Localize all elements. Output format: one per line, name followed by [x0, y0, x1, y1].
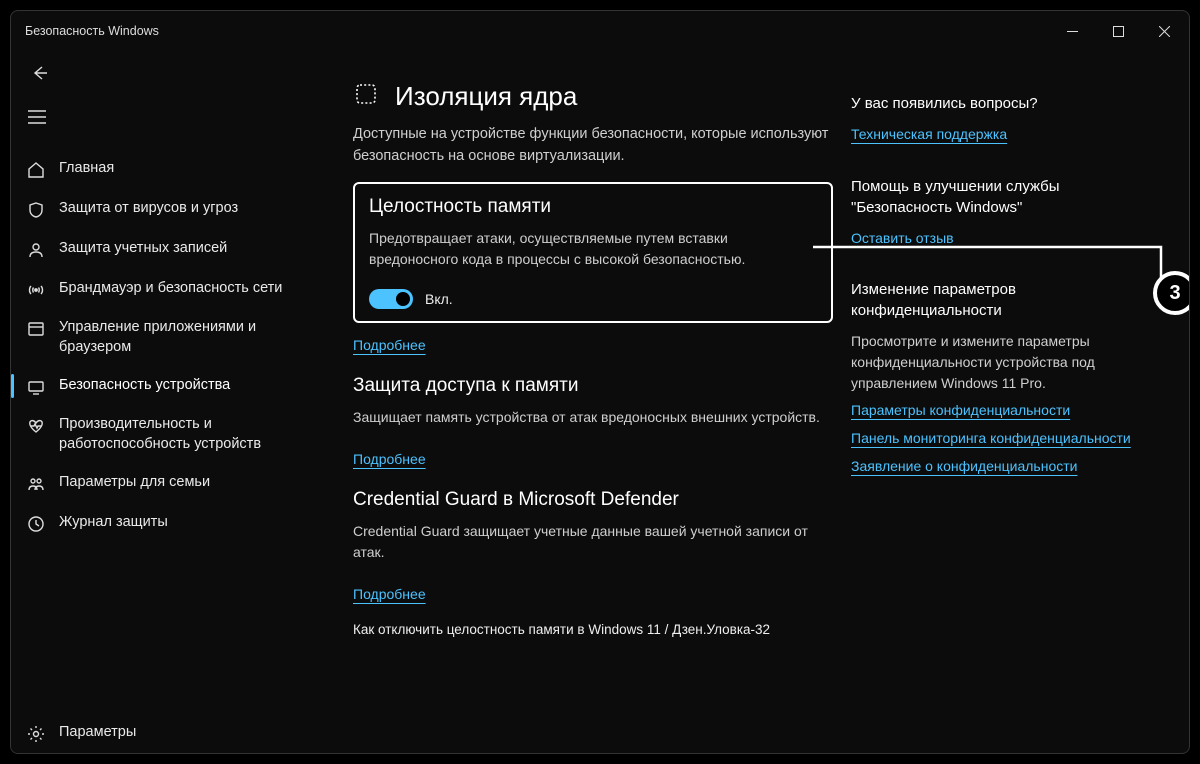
- arrow-left-icon: [30, 64, 48, 82]
- sidebar-nav: Главная Защита от вирусов и угроз Защита…: [11, 149, 341, 713]
- minimize-button[interactable]: [1049, 11, 1095, 51]
- sidebar-item-label: Управление приложениями и браузером: [59, 318, 327, 357]
- credential-guard-title: Credential Guard в Microsoft Defender: [353, 489, 833, 511]
- sidebar-item-label: Журнал защиты: [59, 513, 168, 533]
- window-controls: [1049, 11, 1187, 51]
- memory-integrity-title: Целостность памяти: [369, 196, 817, 218]
- footer-note: Как отключить целостность памяти в Windo…: [353, 622, 833, 637]
- shield-icon: [27, 201, 45, 219]
- memory-integrity-desc: Предотвращает атаки, осуществляемые путе…: [369, 228, 817, 271]
- aside-privacy-title: Изменение параметров конфиденциальности: [851, 279, 1161, 321]
- sidebar-item-firewall[interactable]: Брандмауэр и безопасность сети: [11, 269, 341, 309]
- memory-integrity-learn-more-link[interactable]: Подробнее: [353, 337, 426, 353]
- privacy-dashboard-link[interactable]: Панель мониторинга конфиденциальности: [851, 428, 1161, 450]
- sidebar: Главная Защита от вирусов и угроз Защита…: [11, 51, 341, 753]
- aside-improve: Помощь в улучшении службы "Безопасность …: [851, 176, 1161, 250]
- memory-integrity-card: Целостность памяти Предотвращает атаки, …: [353, 182, 833, 323]
- sidebar-item-label: Производительность и работоспособность у…: [59, 415, 327, 454]
- content: Изоляция ядра Доступные на устройстве фу…: [341, 51, 1189, 753]
- sidebar-item-label: Главная: [59, 159, 114, 179]
- credential-guard-desc: Credential Guard защищает учетные данные…: [353, 521, 833, 564]
- sidebar-item-account[interactable]: Защита учетных записей: [11, 229, 341, 269]
- sidebar-item-settings[interactable]: Параметры: [11, 713, 341, 753]
- toggle-label: Вкл.: [425, 291, 453, 307]
- aside-improve-title: Помощь в улучшении службы "Безопасность …: [851, 176, 1161, 218]
- aside-questions-title: У вас появились вопросы?: [851, 93, 1161, 114]
- main-column: Изоляция ядра Доступные на устройстве фу…: [353, 75, 851, 743]
- memory-integrity-toggle-row: Вкл.: [369, 289, 817, 309]
- sidebar-item-label: Защита учетных записей: [59, 239, 227, 259]
- callout-number: 3: [1169, 282, 1180, 305]
- hamburger-icon: [28, 110, 46, 124]
- privacy-statement-link[interactable]: Заявление о конфиденциальности: [851, 456, 1161, 478]
- browser-icon: [27, 320, 45, 338]
- feedback-link[interactable]: Оставить отзыв: [851, 228, 1161, 250]
- person-icon: [27, 241, 45, 259]
- aside-privacy-desc: Просмотрите и измените параметры конфиде…: [851, 331, 1161, 394]
- sidebar-item-history[interactable]: Журнал защиты: [11, 503, 341, 543]
- heart-icon: [27, 417, 45, 435]
- sidebar-item-appbrowser[interactable]: Управление приложениями и браузером: [11, 309, 341, 366]
- back-button[interactable]: [17, 55, 61, 91]
- aside-column: У вас появились вопросы? Техническая под…: [851, 75, 1161, 743]
- sidebar-item-device-security[interactable]: Безопасность устройства: [11, 366, 341, 406]
- sidebar-item-virus[interactable]: Защита от вирусов и угроз: [11, 189, 341, 229]
- page-description: Доступные на устройстве функции безопасн…: [353, 124, 833, 168]
- sidebar-item-label: Брандмауэр и безопасность сети: [59, 279, 282, 299]
- gear-icon: [27, 725, 45, 743]
- chip-icon: [353, 81, 379, 112]
- callout-badge: 3: [1153, 271, 1189, 315]
- titlebar: Безопасность Windows: [11, 11, 1189, 51]
- sidebar-item-label: Параметры для семьи: [59, 473, 210, 493]
- main-inner: Изоляция ядра Доступные на устройстве фу…: [353, 81, 833, 637]
- sidebar-item-family[interactable]: Параметры для семьи: [11, 463, 341, 503]
- page-title: Изоляция ядра: [395, 81, 577, 112]
- family-icon: [27, 475, 45, 493]
- memory-access-section: Защита доступа к памяти Защищает память …: [353, 375, 833, 485]
- sidebar-footer: Параметры: [11, 713, 341, 753]
- memory-access-learn-more-link[interactable]: Подробнее: [353, 451, 426, 467]
- aside-privacy: Изменение параметров конфиденциальности …: [851, 279, 1161, 477]
- hamburger-button[interactable]: [17, 99, 57, 135]
- sidebar-item-home[interactable]: Главная: [11, 149, 341, 189]
- credential-guard-learn-more-link[interactable]: Подробнее: [353, 586, 426, 602]
- memory-integrity-toggle[interactable]: [369, 289, 413, 309]
- app-window: Безопасность Windows Главная Защита: [10, 10, 1190, 754]
- support-link[interactable]: Техническая поддержка: [851, 124, 1161, 146]
- memory-access-desc: Защищает память устройства от атак вредо…: [353, 407, 833, 429]
- home-icon: [27, 161, 45, 179]
- page-header: Изоляция ядра: [353, 81, 833, 112]
- device-icon: [27, 378, 45, 396]
- antenna-icon: [27, 281, 45, 299]
- maximize-button[interactable]: [1095, 11, 1141, 51]
- memory-access-title: Защита доступа к памяти: [353, 375, 833, 397]
- close-button[interactable]: [1141, 11, 1187, 51]
- window-title: Безопасность Windows: [25, 24, 159, 38]
- sidebar-item-label: Защита от вирусов и угроз: [59, 199, 238, 219]
- aside-questions: У вас появились вопросы? Техническая под…: [851, 93, 1161, 146]
- privacy-settings-link[interactable]: Параметры конфиденциальности: [851, 400, 1161, 422]
- window-body: Главная Защита от вирусов и угроз Защита…: [11, 51, 1189, 753]
- sidebar-item-performance[interactable]: Производительность и работоспособность у…: [11, 406, 341, 463]
- history-icon: [27, 515, 45, 533]
- sidebar-item-label: Параметры: [59, 723, 136, 743]
- credential-guard-section: Credential Guard в Microsoft Defender Cr…: [353, 489, 833, 620]
- sidebar-item-label: Безопасность устройства: [59, 376, 230, 396]
